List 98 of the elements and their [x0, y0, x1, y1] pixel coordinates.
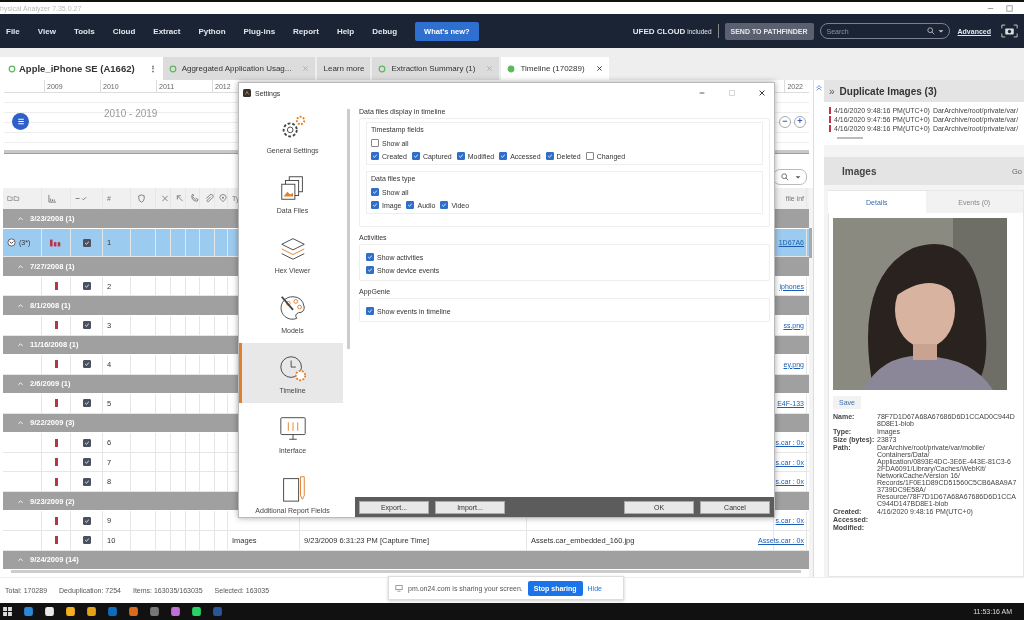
menu-item[interactable]: Cloud: [112, 26, 136, 36]
minimize-icon[interactable]: [698, 89, 706, 97]
paperclip-icon[interactable]: [204, 194, 214, 204]
restore-icon[interactable]: [1005, 3, 1014, 13]
caret-up-icon[interactable]: [17, 263, 24, 271]
scrollbar[interactable]: [837, 137, 863, 139]
checkbox[interactable]: [82, 321, 91, 330]
checkbox[interactable]: [82, 536, 91, 545]
cursor-icon[interactable]: [175, 194, 185, 204]
chart-icon[interactable]: [46, 194, 59, 204]
checkbox[interactable]: [366, 307, 374, 315]
list-icon: [15, 116, 26, 127]
section-title: Images: [842, 165, 877, 177]
menu-item[interactable]: Plug-ins: [243, 26, 276, 36]
screen-icon: [395, 584, 403, 592]
bars-icon: [50, 238, 62, 247]
caret-up-icon[interactable]: [17, 497, 24, 505]
menu-item[interactable]: File: [6, 26, 20, 36]
checkbox[interactable]: [82, 458, 91, 467]
shield-icon[interactable]: [135, 194, 148, 204]
app-icon[interactable]: [170, 606, 181, 617]
search-icon: [780, 173, 789, 181]
device-name[interactable]: Apple_iPhone SE (A1662): [19, 63, 135, 74]
checkbox[interactable]: [585, 152, 594, 160]
status-circle-icon: [8, 64, 16, 73]
bar-icon: [54, 321, 58, 330]
tab[interactable]: Extraction Summary (1): [372, 57, 500, 80]
checkbox[interactable]: [499, 152, 508, 160]
zoom-out-button[interactable]: −: [779, 115, 791, 128]
checkbox[interactable]: [82, 438, 91, 447]
checkbox[interactable]: [440, 201, 449, 209]
menu-item[interactable]: Debug: [372, 26, 398, 36]
close-icon[interactable]: [595, 65, 603, 72]
app-icon[interactable]: [65, 606, 76, 617]
folder-icon[interactable]: [7, 194, 20, 204]
checkbox[interactable]: [366, 253, 374, 261]
app-icon[interactable]: [44, 606, 55, 617]
bar-icon: [54, 360, 58, 369]
checkbox[interactable]: [82, 360, 91, 369]
bar-icon: [54, 438, 58, 447]
caret-up-icon[interactable]: [17, 215, 24, 223]
menu-item[interactable]: Report: [293, 26, 319, 36]
scrollbar[interactable]: [347, 109, 350, 349]
app-icon[interactable]: [86, 606, 97, 617]
menu-item[interactable]: Python: [198, 26, 226, 36]
caret-up-icon[interactable]: [17, 556, 24, 564]
tab[interactable]: Aggregated Application Usag...: [162, 57, 316, 80]
checkbox[interactable]: [545, 152, 554, 160]
phone-icon[interactable]: [190, 194, 199, 204]
checkbox[interactable]: [82, 477, 91, 486]
camera-icon[interactable]: [1001, 24, 1018, 38]
bar-icon: [54, 536, 58, 545]
caret-up-icon[interactable]: [17, 419, 24, 427]
checkbox[interactable]: [82, 516, 91, 525]
bar-icon: [54, 516, 58, 525]
app-logo-icon: [243, 89, 251, 97]
caret-up-icon[interactable]: [17, 341, 24, 349]
double-chevron-icon[interactable]: [815, 84, 823, 92]
menu-item[interactable]: View: [37, 26, 56, 36]
checkbox[interactable]: [82, 282, 91, 291]
dropdown-icon[interactable]: [936, 27, 945, 35]
checkbox[interactable]: [456, 152, 465, 160]
decade-label: 2010 - 2019: [104, 108, 158, 119]
menu-item[interactable]: Help: [336, 26, 355, 36]
expand-icon[interactable]: [7, 238, 16, 248]
collapse-button[interactable]: »: [829, 85, 835, 97]
app-icon[interactable]: [191, 606, 202, 617]
dropdown-icon[interactable]: [793, 173, 802, 181]
checkbox[interactable]: [82, 399, 91, 408]
checkbox[interactable]: [371, 201, 379, 209]
checkbox[interactable]: [371, 188, 379, 196]
panel-title: Duplicate Images (3): [839, 85, 937, 97]
windows-icon[interactable]: [2, 606, 13, 617]
scrollbar[interactable]: [809, 188, 813, 577]
caret-up-icon[interactable]: [17, 302, 24, 310]
tab[interactable]: Learn more: [317, 57, 371, 80]
more-menu[interactable]: ⋮: [148, 64, 157, 73]
checkbox[interactable]: [366, 266, 374, 274]
zoom-in-button[interactable]: +: [794, 115, 806, 128]
cloud-label: UFED CLOUD: [632, 26, 686, 36]
menu-item[interactable]: Tools: [73, 26, 95, 36]
checkbox[interactable]: [371, 152, 379, 160]
checkbox[interactable]: [82, 238, 91, 247]
bar-icon: [54, 282, 58, 291]
menu-item[interactable]: Extract: [153, 26, 181, 36]
checkbox[interactable]: [371, 139, 379, 147]
location-pin-icon[interactable]: [219, 194, 227, 204]
list-button[interactable]: [12, 113, 29, 130]
bar-icon: [54, 458, 58, 467]
caret-up-icon[interactable]: [17, 380, 24, 388]
close-icon[interactable]: [758, 89, 766, 97]
checkbox[interactable]: [406, 201, 415, 209]
bar-icon: [54, 399, 58, 408]
scrollbar[interactable]: [11, 570, 801, 573]
checkbox[interactable]: [411, 152, 420, 160]
tab[interactable]: Timeline (170289): [501, 57, 609, 80]
search-icon[interactable]: [926, 27, 935, 35]
bar-icon: [54, 477, 58, 486]
